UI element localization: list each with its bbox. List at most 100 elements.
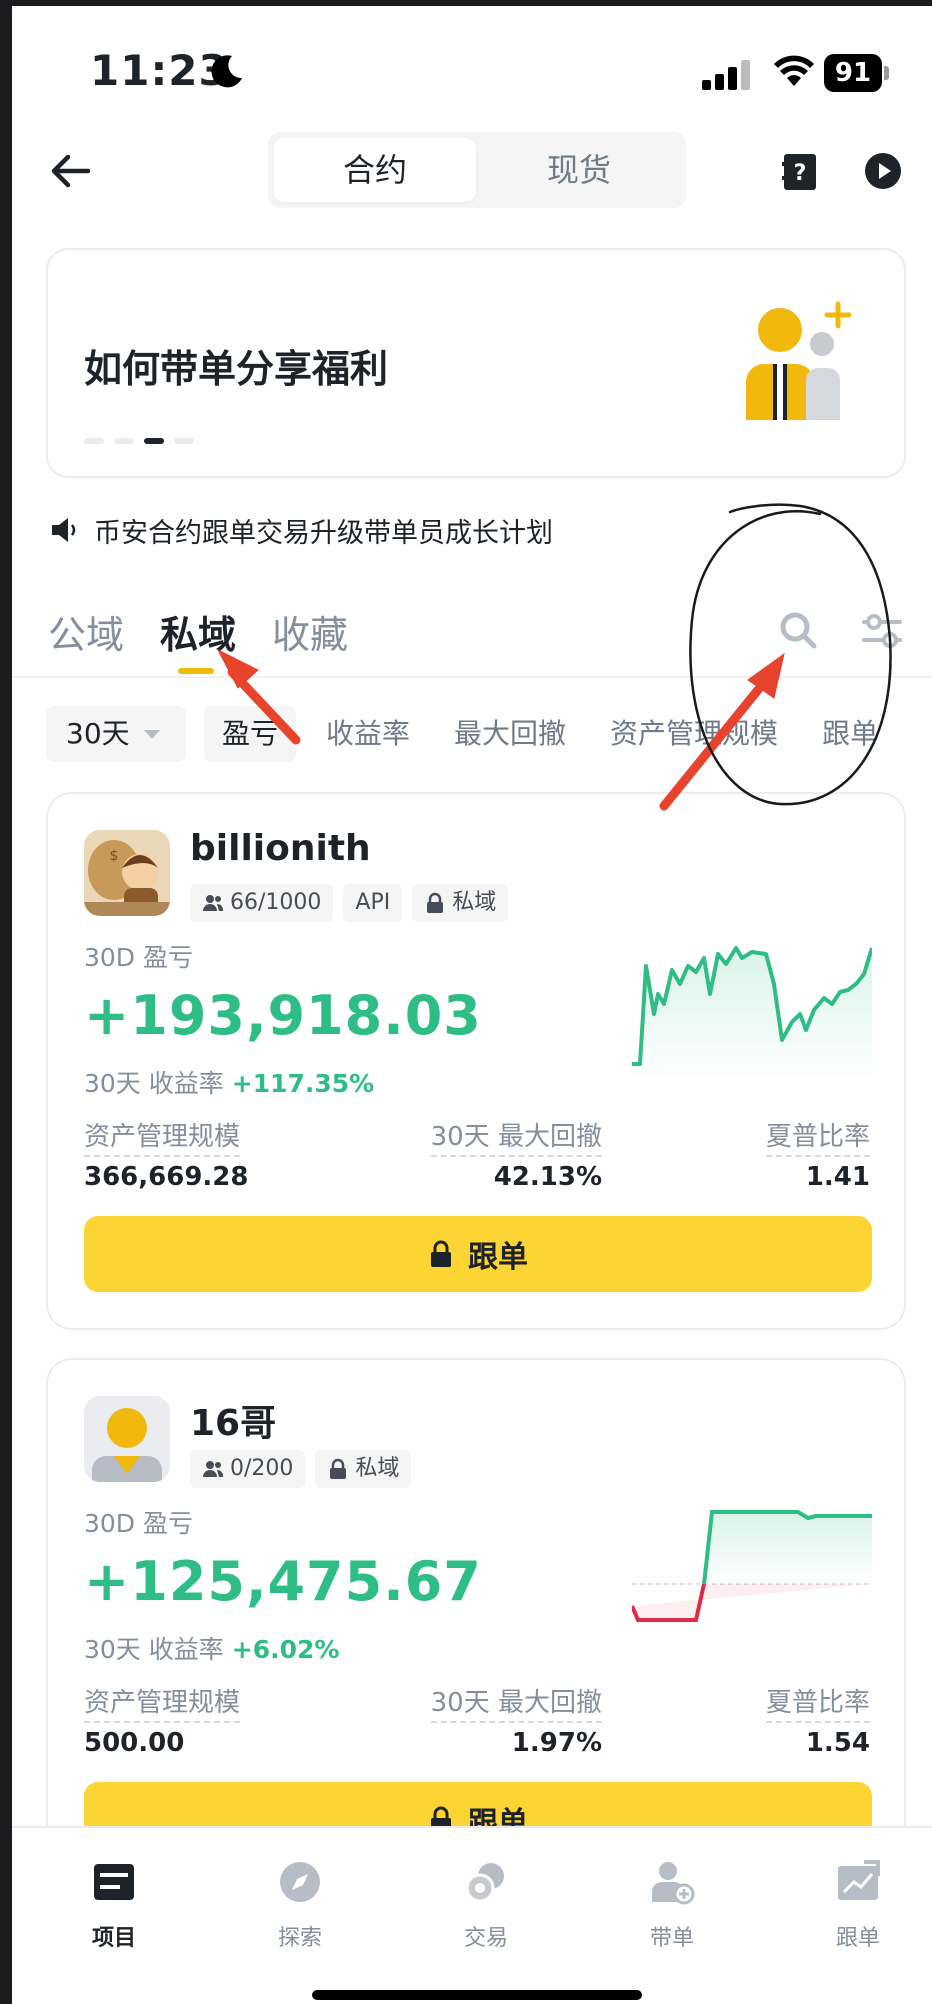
home-indicator <box>312 1990 642 2000</box>
announcement-text: 币安合约跟单交易升级带单员成长计划 <box>94 517 553 549</box>
roi-value: +117.35% <box>231 1069 375 1098</box>
copier-count-badge: 0/200 <box>190 1450 306 1488</box>
tab-favorites[interactable]: 收藏 <box>272 604 348 659</box>
api-badge-label: API <box>355 890 391 915</box>
trader-badges: 0/200 私域 <box>190 1450 412 1488</box>
aum-label: 资产管理规模 <box>84 1682 241 1723</box>
trader-name: billionith <box>190 828 371 869</box>
nav-label-lead: 带单 <box>649 1926 694 1951</box>
aum-value: 366,669.28 <box>84 1162 249 1192</box>
private-badge: 私域 <box>412 884 509 922</box>
users-icon <box>203 1461 224 1477</box>
api-badge: API <box>343 884 403 922</box>
pnl-label: 30D 盈亏 <box>84 943 194 972</box>
sharpe-value: 1.41 <box>805 1162 870 1192</box>
roi-label: 30天 收益率 <box>84 1069 224 1098</box>
copy-trade-button[interactable]: 跟单 <box>84 1216 872 1292</box>
status-time: 11:23 <box>90 46 229 95</box>
chevron-down-icon <box>144 730 160 739</box>
battery-level: 91 <box>824 54 882 92</box>
svg-text:$: $ <box>110 848 119 864</box>
copy-trade-label: 跟单 <box>468 1240 528 1275</box>
lock-icon <box>330 1458 347 1479</box>
tabs-divider <box>12 676 932 678</box>
svg-text:?: ? <box>794 161 807 186</box>
mdd-value: 1.97% <box>511 1728 602 1758</box>
sort-chip-mdd[interactable]: 最大回撤 <box>454 706 566 762</box>
trader-badges: 66/1000 API 私域 <box>190 884 509 922</box>
segment-spot[interactable]: 现货 <box>478 138 680 202</box>
sort-chip-followers[interactable]: 跟单 <box>822 706 878 762</box>
trader-avatar: $ <box>84 830 170 916</box>
tab-private[interactable]: 私域 <box>160 604 236 659</box>
market-segment-control: 合约 现货 <box>268 132 686 208</box>
copier-count: 0/200 <box>230 1456 294 1481</box>
wifi-icon <box>774 55 814 86</box>
search-icon[interactable] <box>778 610 818 650</box>
period-select-value: 30天 <box>66 717 130 750</box>
bottom-navigation: 项目 探索 交易 带单 跟单 <box>12 1826 932 2004</box>
aum-label: 资产管理规模 <box>84 1116 241 1157</box>
announcement-bar[interactable]: 币安合约跟单交易升级带单员成长计划 <box>50 510 553 550</box>
nav-item-explore[interactable]: 探索 <box>240 1858 360 1952</box>
roi-row: 30天 收益率 +6.02% <box>84 1630 339 1666</box>
trade-coins-icon <box>465 1863 504 1903</box>
trader-name: 16哥 <box>190 1403 277 1444</box>
pnl-value: +125,475.67 <box>84 1550 482 1613</box>
copier-count-badge: 66/1000 <box>190 884 334 922</box>
sharpe-label: 夏普比率 <box>765 1116 870 1157</box>
guide-book-icon[interactable]: ? <box>782 152 818 192</box>
mdd-label: 30天 最大回撤 <box>430 1682 602 1723</box>
mdd-label: 30天 最大回撤 <box>430 1116 602 1157</box>
tab-public[interactable]: 公域 <box>48 604 124 659</box>
sort-chip-roi[interactable]: 收益率 <box>326 706 410 762</box>
speaker-icon <box>52 518 76 542</box>
promo-banner[interactable]: 如何带单分享福利 <box>46 248 906 478</box>
copier-count: 66/1000 <box>230 890 322 915</box>
nav-item-copy[interactable]: 跟单 <box>798 1858 918 1952</box>
lock-icon <box>427 892 444 913</box>
compass-icon <box>280 1862 320 1902</box>
lead-trader-icon <box>652 1862 695 1905</box>
nav-label-trade: 交易 <box>463 1926 508 1951</box>
users-icon <box>203 895 224 911</box>
pnl-value: +193,918.03 <box>84 984 482 1047</box>
sort-chip-aum[interactable]: 资产管理规模 <box>610 706 778 762</box>
moon-icon <box>211 55 242 88</box>
banner-pagination <box>84 438 194 444</box>
sharpe-label: 夏普比率 <box>765 1682 870 1723</box>
trader-avatar <box>84 1396 170 1482</box>
nav-label-explore: 探索 <box>277 1926 322 1951</box>
segment-futures[interactable]: 合约 <box>274 138 476 202</box>
projects-icon <box>94 1864 134 1900</box>
private-badge: 私域 <box>315 1450 412 1488</box>
device-frame-left <box>0 0 12 2004</box>
banner-title: 如何带单分享福利 <box>84 347 389 391</box>
nav-item-projects[interactable]: 项目 <box>54 1858 174 1952</box>
cellular-signal-icon <box>702 60 750 90</box>
private-badge-label: 私域 <box>452 890 497 915</box>
status-bar: 11:23 91 <box>12 6 932 126</box>
nav-item-lead[interactable]: 带单 <box>612 1858 732 1952</box>
trader-card[interactable]: $ billionith 66/1000 API 私域 30D 盈亏 +193,… <box>46 792 906 1330</box>
roi-label: 30天 收益率 <box>84 1635 224 1664</box>
filter-settings-icon[interactable] <box>862 612 902 650</box>
copy-trading-chart-icon <box>838 1860 880 1900</box>
aum-value: 500.00 <box>84 1728 185 1758</box>
pnl-sparkline <box>632 1510 872 1622</box>
sort-filter-row: 30天 盈亏 收益率 最大回撤 资产管理规模 跟单 <box>46 706 932 762</box>
active-tab-indicator <box>178 668 214 674</box>
back-arrow-icon[interactable] <box>50 150 92 192</box>
nav-label-copy: 跟单 <box>835 1926 880 1951</box>
pnl-sparkline <box>632 946 872 1084</box>
sharpe-value: 1.54 <box>805 1728 870 1758</box>
video-play-icon[interactable] <box>864 152 902 190</box>
lock-icon <box>431 1240 451 1267</box>
pnl-label: 30D 盈亏 <box>84 1509 194 1538</box>
nav-label-projects: 项目 <box>91 1926 136 1951</box>
sort-chip-pnl[interactable]: 盈亏 <box>204 706 297 762</box>
battery-icon: 91 <box>824 54 889 92</box>
nav-item-trade[interactable]: 交易 <box>426 1858 546 1952</box>
period-select[interactable]: 30天 <box>46 706 186 762</box>
private-badge-label: 私域 <box>355 1456 400 1481</box>
